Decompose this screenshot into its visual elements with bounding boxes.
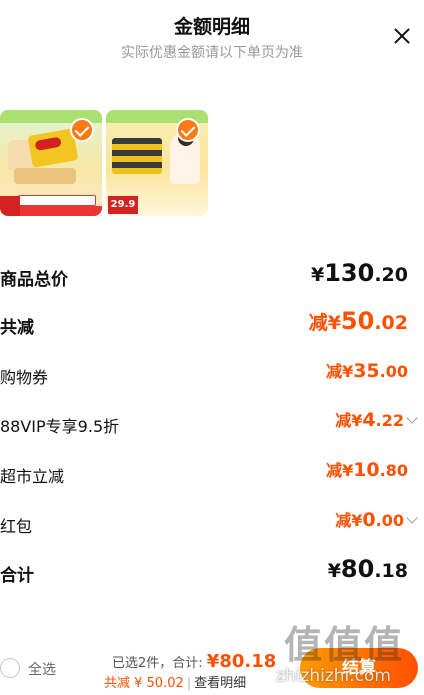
checkbox-checked-icon[interactable]: [70, 118, 94, 142]
sum-label: 合计: [0, 566, 34, 586]
checkout-bar: 全选 已选2件，合计: ¥80.18 共减 ¥ 50.02 | 查看明细 结算: [0, 640, 424, 695]
goods-total-value: ¥130.20: [310, 259, 408, 287]
page-title: 金额明细: [173, 16, 250, 38]
coupon-label: 购物券: [0, 368, 49, 387]
reduced-summary: 共减 ¥ 50.02 | 查看明细: [104, 672, 246, 691]
brand-badge: [0, 196, 20, 216]
row-total-reduce: 共减 减¥50.02: [0, 305, 424, 345]
snack-packages-image: [112, 138, 162, 174]
store-badge: [18, 206, 102, 216]
checkout-button[interactable]: 结算: [300, 648, 418, 688]
promo-badge: [18, 195, 96, 206]
market-value: 减¥10.80: [326, 459, 408, 481]
redpacket-label: 红包: [0, 517, 33, 536]
cake-image: [14, 168, 76, 184]
chevron-down-icon[interactable]: [406, 412, 418, 424]
redpacket-value: 减¥0.00: [335, 507, 418, 531]
goods-total-label: 商品总价: [0, 270, 68, 290]
page-subtitle: 实际优惠金额请以下单页为准: [121, 45, 303, 61]
vip-label: 88VIP专享9.5折: [0, 417, 120, 436]
coupon-value: 减¥35.00: [326, 360, 408, 382]
sum-value: ¥80.18: [327, 555, 408, 583]
header: 金额明细 实际优惠金额请以下单页为准: [0, 0, 424, 80]
row-sum: 合计 ¥80.18: [0, 553, 424, 593]
close-icon[interactable]: [386, 20, 418, 52]
row-vip[interactable]: 88VIP专享9.5折 减¥4.22: [0, 405, 424, 445]
select-all-radio[interactable]: [0, 658, 20, 678]
reduced-text: 共减 ¥ 50.02: [104, 676, 184, 691]
product-thumb-1[interactable]: [0, 110, 102, 216]
total-reduce-value: 减¥50.02: [308, 307, 408, 335]
product-list: 29.9: [0, 110, 424, 218]
product-thumb-2[interactable]: 29.9: [106, 110, 208, 216]
select-all-label[interactable]: 全选: [28, 659, 56, 679]
row-redpacket[interactable]: 红包 减¥0.00: [0, 505, 424, 545]
row-coupon: 购物券 减¥35.00: [0, 356, 424, 396]
divider: |: [186, 676, 192, 691]
total-value: ¥80.18: [206, 651, 277, 672]
chevron-down-icon[interactable]: [406, 512, 418, 524]
checkbox-checked-icon[interactable]: [176, 118, 200, 142]
selected-summary: 已选2件，合计: ¥80.18: [112, 651, 276, 672]
total-reduce-label: 共减: [0, 318, 34, 338]
market-label: 超市立减: [0, 467, 65, 486]
view-details-link[interactable]: 查看明细: [194, 676, 246, 691]
row-goods-total: 商品总价 ¥130.20: [0, 257, 424, 297]
price-tag: 29.9: [108, 196, 138, 214]
row-market: 超市立减 减¥10.80: [0, 455, 424, 495]
selected-count: 已选2件，: [112, 656, 173, 671]
vip-value: 减¥4.22: [335, 407, 418, 431]
total-label: 合计:: [172, 656, 207, 671]
